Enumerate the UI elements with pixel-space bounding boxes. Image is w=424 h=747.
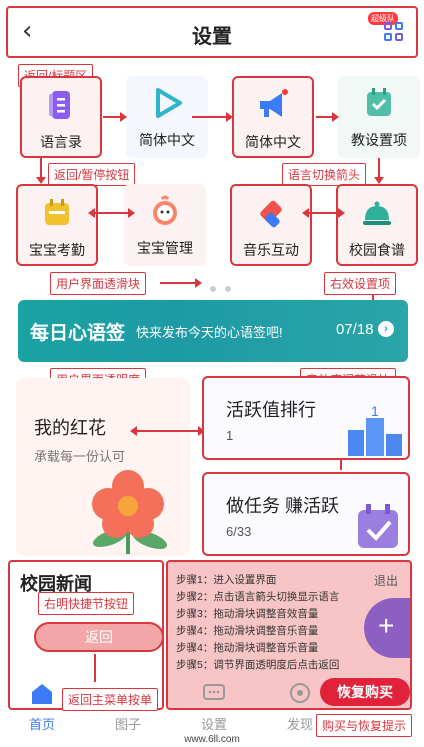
tile-label: 音乐互动 [243, 242, 299, 258]
step-item: 步骤2：点击语言箭头切换显示语言 [176, 591, 340, 603]
list-icon [49, 91, 70, 119]
arrow-line [92, 212, 130, 214]
tile-school-menu[interactable]: 校园食谱 [336, 184, 418, 266]
grid-menu-icon[interactable] [384, 22, 404, 42]
tile-label: 宝宝管理 [137, 240, 193, 256]
annotation-ui-slider: 用户界面透滑块 [50, 272, 147, 295]
activity-ranking-card[interactable]: 活跃值排行 1 1 [202, 376, 410, 460]
play-icon [156, 88, 182, 118]
home-icon [32, 684, 52, 704]
annotation-right-effect: 右效设置项 [324, 272, 397, 295]
arrow-line [103, 116, 121, 118]
annotation-shortcut: 右明快捷节按钮 [38, 592, 135, 615]
baby-face-icon [153, 195, 177, 225]
food-cloche-icon [363, 201, 391, 225]
arrow-head [302, 208, 309, 218]
calendar-check-icon [358, 504, 398, 548]
card-value: 6/33 [226, 524, 252, 539]
annotation-back-pause: 返回/暂停按钮 [48, 163, 136, 186]
card-title: 活跃值排行 [226, 400, 316, 420]
arrow-head [128, 208, 135, 218]
return-button[interactable]: 返回 [34, 622, 164, 652]
top-bar: ‹ 设置 超级队 [6, 6, 418, 58]
svg-text:1: 1 [371, 404, 379, 419]
task-card[interactable]: 做任务 赚活跃 6/33 [202, 472, 410, 556]
arrow-head [130, 426, 137, 436]
tab-label: 设置 [200, 717, 227, 732]
add-button[interactable]: + [364, 598, 410, 658]
step-item: 步骤5：调节界面透明度后点击返回 [176, 659, 340, 671]
podium-icon: 1 [348, 404, 402, 456]
tile-label: 宝宝考勤 [29, 242, 85, 258]
banner-page-indicator: 07/18 [336, 321, 374, 338]
tile-label: 语言录 [40, 134, 82, 150]
banner-text: 快来发布今天的心语签吧! [136, 325, 283, 340]
card-value: 1 [226, 428, 234, 443]
compass-icon [290, 683, 310, 703]
tile-baby-management[interactable]: 宝宝管理 [124, 184, 206, 266]
tile-label: 简体中文 [139, 132, 195, 148]
arrow-head [374, 177, 384, 184]
plus-icon: + [378, 610, 395, 641]
tile-language-list[interactable]: 语言录 [20, 76, 102, 158]
arrow-line [306, 212, 342, 214]
tile-teaching-settings[interactable]: 教设置项 [338, 76, 420, 158]
footer-url: www.6ll.com [184, 734, 240, 745]
pagination-dots[interactable] [210, 279, 240, 297]
arrow-line [40, 158, 42, 178]
arrow-line [160, 282, 196, 284]
tab-label: 首页 [28, 717, 55, 732]
exit-button[interactable]: 退出 [374, 572, 398, 589]
tile-label: 简体中文 [245, 134, 301, 150]
dot[interactable] [210, 286, 216, 292]
tile-baby-attendance[interactable]: 宝宝考勤 [16, 184, 98, 266]
tab-label: 图子 [114, 717, 141, 732]
card-subtitle: 承载每一份认可 [34, 449, 126, 464]
arrow-line [378, 158, 380, 178]
red-flower-card[interactable]: 我的红花 承载每一份认可 [16, 378, 190, 556]
dot[interactable] [225, 286, 231, 292]
calendar-icon [45, 199, 69, 225]
arrow-head [120, 112, 127, 122]
arrow-head [88, 208, 95, 218]
arrow-head [195, 278, 202, 288]
arrow-head [338, 208, 345, 218]
banner-logo: 每日心语签 [30, 323, 126, 344]
tile-label: 教设置项 [351, 132, 407, 148]
steps-list: 步骤1：进入设置界面 步骤2：点击语言箭头切换显示语言 步骤3：拖动滑块调整音效… [176, 572, 339, 674]
tab-settings[interactable]: 设置 [174, 678, 254, 734]
tile-music-interaction[interactable]: 音乐互动 [230, 184, 312, 266]
calendar-check-icon [367, 88, 391, 116]
arrow-head [226, 112, 233, 122]
step-item: 步骤1：进入设置界面 [176, 574, 277, 586]
step-item: 步骤4：拖动滑块调整音乐音量 [176, 625, 319, 637]
arrow-line [134, 430, 200, 432]
arrow-line [340, 460, 342, 470]
tile-simplified-chinese-b[interactable]: 简体中文 [232, 76, 314, 158]
step-item: 步骤4：拖动滑块调整音乐音量 [176, 642, 319, 654]
eraser-icon [260, 200, 282, 228]
daily-message-banner[interactable]: 每日心语签 快来发布今天的心语签吧! 07/18 › [18, 300, 408, 362]
tile-label: 校园食谱 [349, 242, 405, 258]
megaphone-icon [260, 89, 288, 117]
step-item: 步骤3：拖动滑块调整音效音量 [176, 608, 319, 620]
annotation-lang-arrow: 语言切换箭头 [282, 163, 367, 186]
chevron-right-icon[interactable]: › [378, 321, 394, 337]
arrow-head [36, 177, 46, 184]
arrow-line [192, 116, 228, 118]
card-title: 我的红花 [34, 418, 106, 438]
annotation-main-menu: 返回主菜单按单 [62, 688, 159, 711]
chat-icon [203, 684, 225, 700]
arrow-head [332, 112, 339, 122]
flower-icon [92, 470, 168, 554]
page-title: 设置 [192, 26, 232, 48]
card-title: 做任务 赚活跃 [226, 496, 340, 516]
